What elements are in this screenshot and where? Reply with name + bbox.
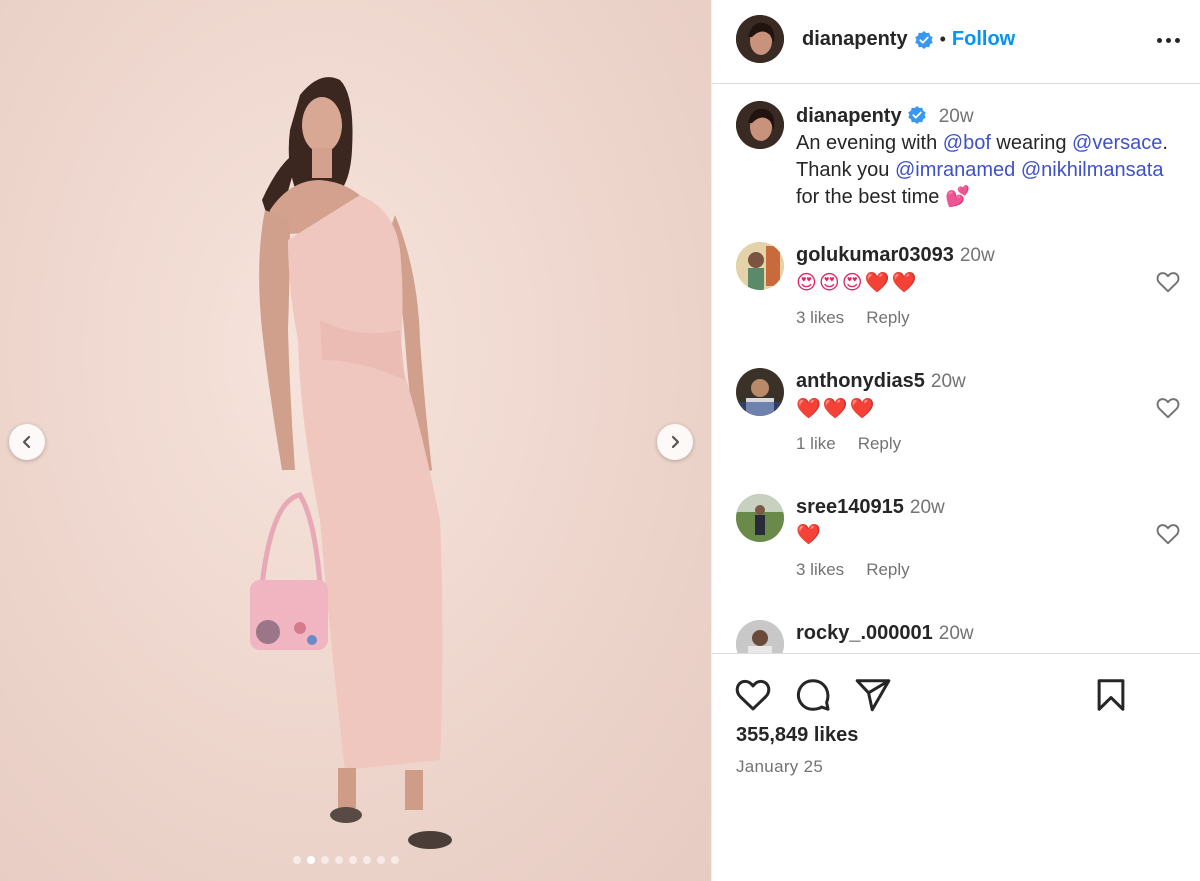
comment-likes[interactable]: 1 like (796, 434, 836, 454)
reply-button[interactable]: Reply (858, 434, 901, 454)
bookmark-icon[interactable] (1092, 676, 1130, 714)
author-avatar[interactable] (736, 15, 784, 63)
commenter-username[interactable]: golukumar03093 (796, 244, 954, 266)
commenter-avatar[interactable] (736, 620, 784, 653)
comment-time: 20w (959, 245, 995, 266)
carousel-dot (335, 856, 343, 864)
carousel-dot (321, 856, 329, 864)
carousel-dot (377, 856, 385, 864)
comment-item: rocky_.000001 20w (736, 620, 1181, 653)
comment-time: 20w (909, 497, 945, 518)
author-username[interactable]: dianapenty (802, 28, 908, 51)
share-icon[interactable] (854, 676, 892, 714)
commenter-avatar[interactable] (736, 494, 784, 542)
heart-icon[interactable] (1155, 521, 1181, 547)
carousel-dot (307, 856, 315, 864)
comment-text: ❤️❤️❤️ (796, 396, 877, 420)
comments-section[interactable]: dianapenty 20w An evening with @bof wear… (712, 85, 1200, 653)
carousel-dot (391, 856, 399, 864)
reply-button[interactable]: Reply (866, 308, 909, 328)
follow-button[interactable]: Follow (952, 28, 1015, 51)
chevron-left-icon (22, 435, 31, 449)
verified-badge-icon (908, 106, 926, 124)
mention-nikhilmansata[interactable]: @nikhilmansata (1021, 159, 1164, 181)
caption-line2-pre: Thank you (796, 159, 895, 181)
separator-dot: • (939, 29, 946, 49)
comment-item: golukumar03093 20w 😍😍😍❤️❤️ 3 likes Reply (736, 242, 1181, 352)
like-count[interactable]: 355,849 likes (736, 724, 858, 747)
avatar-image (736, 242, 784, 290)
comment-text: ❤️ (796, 522, 823, 546)
avatar-image (736, 494, 784, 542)
caption-text: dianapenty 20w An evening with @bof wear… (796, 103, 1196, 211)
post-sidebar: dianapenty • Follow dianapenty 20w An ev… (711, 0, 1200, 881)
comment-item: sree140915 20w ❤️ 3 likes Reply (736, 494, 1181, 604)
mention-imranamed[interactable]: @imranamed (895, 159, 1015, 181)
commenter-avatar[interactable] (736, 368, 784, 416)
next-image-button[interactable] (657, 424, 693, 460)
post-header: dianapenty • Follow (712, 0, 1200, 84)
more-options-icon[interactable] (1154, 28, 1182, 52)
carousel-indicator (293, 856, 399, 864)
comment-item: anthonydias5 20w ❤️❤️❤️ 1 like Reply (736, 368, 1181, 478)
avatar-image (736, 620, 784, 653)
comment-text: 😍😍😍❤️❤️ (796, 270, 919, 294)
commenter-username[interactable]: rocky_.000001 (796, 622, 933, 644)
verified-badge-icon (914, 30, 933, 49)
carousel-dot (293, 856, 301, 864)
heart-icon[interactable] (1155, 395, 1181, 421)
heart-icon[interactable] (734, 676, 772, 714)
caption-avatar[interactable] (736, 101, 784, 149)
post-media (0, 0, 711, 881)
commenter-username[interactable]: anthonydias5 (796, 370, 925, 392)
caption-line1-pre: An evening with (796, 132, 943, 154)
commenter-username[interactable]: sree140915 (796, 496, 904, 518)
caption-time: 20w (938, 106, 974, 127)
avatar-image (736, 101, 784, 149)
comment-time: 20w (938, 623, 974, 644)
chevron-right-icon (671, 435, 680, 449)
caption-line3: for the best time 💕 (796, 186, 970, 208)
mention-bof[interactable]: @bof (943, 132, 991, 154)
heart-icon[interactable] (1155, 269, 1181, 295)
carousel-dot (363, 856, 371, 864)
carousel-dot (349, 856, 357, 864)
comment-likes[interactable]: 3 likes (796, 308, 844, 328)
post-photo (250, 77, 452, 849)
avatar-image (736, 368, 784, 416)
post-date[interactable]: January 25 (736, 757, 823, 777)
caption-username[interactable]: dianapenty (796, 105, 902, 127)
caption-line1-mid: wearing (990, 132, 1073, 154)
comment-icon[interactable] (794, 676, 832, 714)
mention-versace[interactable]: @versace (1072, 132, 1162, 154)
caption-line1-post: . (1162, 132, 1168, 154)
comment-likes[interactable]: 3 likes (796, 560, 844, 580)
post-actions: 355,849 likes January 25 (712, 653, 1200, 881)
previous-image-button[interactable] (9, 424, 45, 460)
avatar-image (736, 15, 784, 63)
comment-time: 20w (930, 371, 966, 392)
commenter-avatar[interactable] (736, 242, 784, 290)
reply-button[interactable]: Reply (866, 560, 909, 580)
